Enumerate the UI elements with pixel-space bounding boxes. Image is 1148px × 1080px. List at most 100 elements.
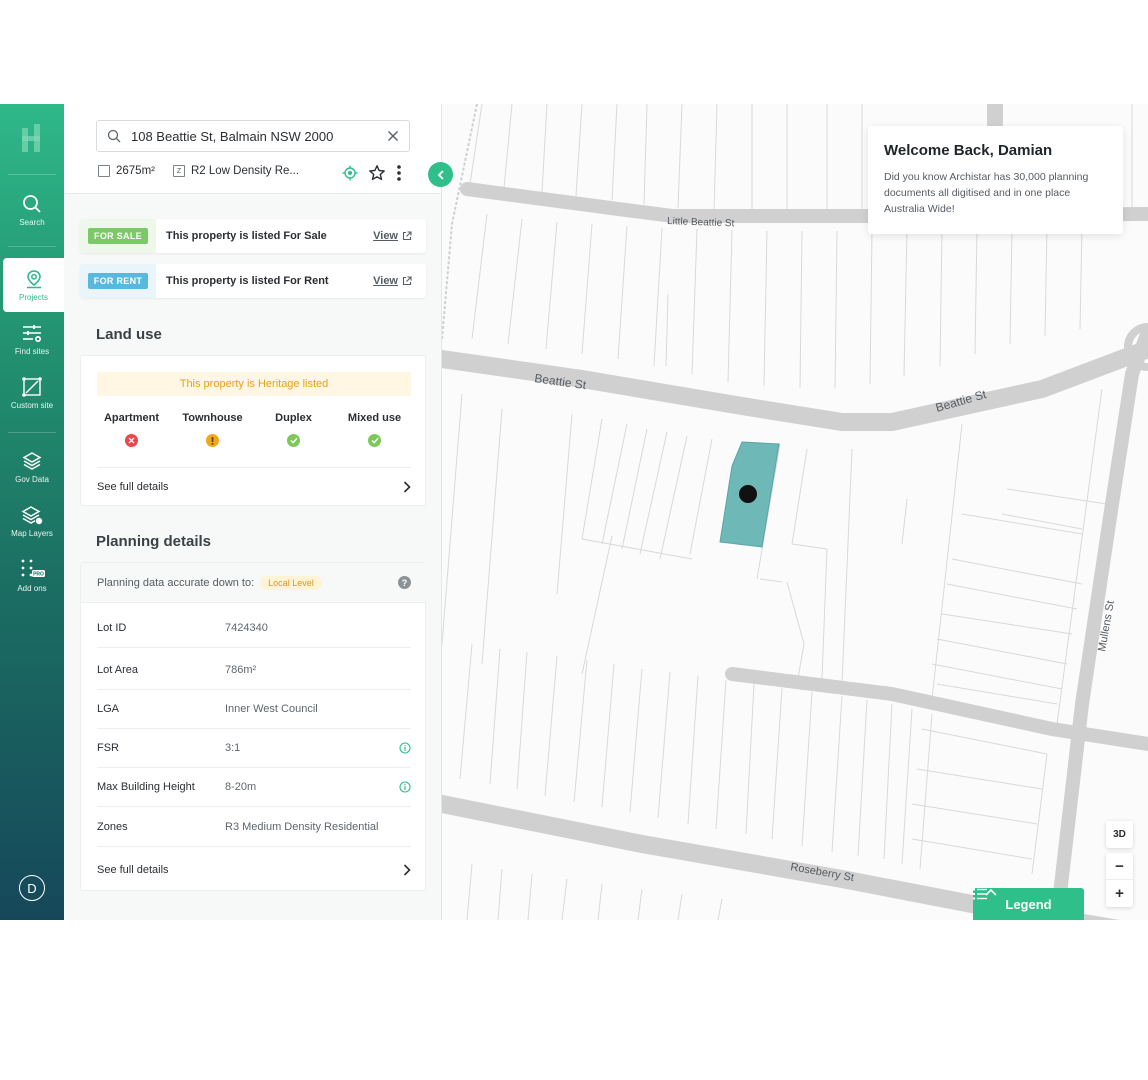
zoom-out-button[interactable]: − [1106, 853, 1133, 880]
row-value: R3 Medium Density Residential [225, 820, 379, 833]
row-key: Lot ID [97, 622, 127, 634]
sidebar-item-map-layers[interactable]: Map Layers [0, 494, 64, 548]
sidebar-item-find-sites[interactable]: Find sites [0, 312, 64, 366]
sidebar-item-gov-data[interactable]: Gov Data [0, 440, 64, 494]
sidebar-divider [8, 432, 56, 433]
chevron-right-icon [403, 864, 411, 876]
archistar-logo-icon [22, 124, 40, 152]
row-fsr: FSR 3:1 [97, 729, 411, 768]
row-zones: Zones R3 Medium Density Residential [97, 807, 411, 847]
use-duplex: Duplex [253, 412, 334, 447]
property-marker[interactable] [739, 485, 757, 503]
zoom-in-button[interactable]: + [1106, 880, 1133, 907]
sliders-icon [23, 324, 41, 342]
badge-wrap: FOR SALE [80, 219, 156, 253]
sidebar-divider [8, 174, 56, 175]
row-value: 3:1 [225, 742, 241, 754]
area-icon [98, 165, 110, 177]
sidebar-item-label: Projects [19, 292, 48, 302]
sidebar-item-projects[interactable]: Projects [3, 258, 64, 312]
check-icon [368, 434, 381, 447]
land-use-grid: Apartment Townhouse Duplex Mixed use [81, 412, 427, 447]
planning-see-full-details[interactable]: See full details [97, 851, 411, 889]
use-label: Townhouse [182, 412, 243, 424]
sidebar-item-label: Search [19, 217, 45, 227]
sidebar-item-search[interactable]: Search [0, 183, 64, 237]
use-label: Mixed use [347, 412, 402, 424]
clear-search-icon[interactable] [387, 130, 399, 142]
info-icon[interactable] [399, 781, 411, 793]
property-zone: R2 Low Density Re... [191, 165, 300, 177]
use-label: Duplex [275, 412, 312, 424]
view-rent-link[interactable]: View [373, 275, 398, 287]
help-icon[interactable]: ? [398, 576, 411, 589]
polygon-draw-icon [22, 376, 42, 397]
row-lga: LGA Inner West Council [97, 690, 411, 729]
map-canvas[interactable]: Little Beattie St Beattie St Beattie St … [442, 104, 1148, 920]
listing-for-rent: FOR RENT This property is listed For Ren… [80, 264, 426, 298]
use-mixed: Mixed use [334, 412, 415, 447]
listing-text: This property is listed For Sale [166, 230, 327, 242]
listing-for-sale: FOR SALE This property is listed For Sal… [80, 219, 426, 253]
sidebar: Search Projects Find sites Custom site G… [0, 104, 64, 920]
sidebar-item-custom-site[interactable]: Custom site [0, 366, 64, 420]
row-value: 7424340 [225, 622, 268, 634]
welcome-body: Did you know Archistar has 30,000 planni… [884, 171, 1089, 215]
info-icon[interactable] [399, 742, 411, 754]
property-panel: 108 Beattie St, Balmain NSW 2000 2675m² … [64, 104, 442, 920]
collapse-panel-button[interactable] [428, 162, 453, 187]
more-vertical-icon[interactable] [394, 164, 404, 182]
boundary-line [442, 104, 478, 340]
row-lot-id: Lot ID 7424340 [97, 609, 411, 648]
warning-icon [206, 434, 219, 447]
planning-card: Planning data accurate down to: Local Le… [80, 562, 427, 891]
planning-title: Planning details [96, 533, 212, 550]
star-icon[interactable] [368, 164, 386, 182]
land-use-see-full-details[interactable]: See full details [97, 467, 411, 505]
zoom-controls: − + [1106, 853, 1133, 907]
row-value: 786m² [225, 664, 257, 676]
row-value: Inner West Council [225, 703, 318, 715]
sidebar-item-label: Find sites [14, 346, 50, 356]
for-rent-badge: FOR RENT [87, 273, 149, 289]
avatar[interactable]: D [19, 875, 45, 901]
3d-toggle-button[interactable]: 3D [1106, 821, 1133, 848]
search-input[interactable]: 108 Beattie St, Balmain NSW 2000 [96, 120, 410, 152]
header-actions [342, 164, 404, 182]
property-meta: 2675m² Z R2 Low Density Re... [98, 165, 299, 177]
sidebar-item-add-ons[interactable]: PRO Add ons [0, 548, 64, 602]
search-value: 108 Beattie St, Balmain NSW 2000 [131, 128, 334, 144]
external-link-icon[interactable] [402, 231, 412, 241]
for-sale-badge: FOR SALE [88, 228, 148, 244]
locate-icon[interactable] [342, 165, 358, 181]
row-max-building-height: Max Building Height 8-20m [97, 768, 411, 807]
dots-grid-icon: PRO [21, 559, 45, 577]
row-key: FSR [97, 742, 119, 754]
sidebar-item-label: Add ons [17, 583, 47, 593]
legend-button[interactable]: Legend [973, 888, 1084, 920]
sidebar-item-label: Gov Data [15, 474, 49, 484]
property-area: 2675m² [116, 165, 155, 177]
zone-icon: Z [173, 165, 185, 177]
heritage-banner: This property is Heritage listed [97, 372, 411, 396]
accuracy-label: Planning data accurate down to: [97, 576, 255, 589]
badge-wrap: FOR RENT [80, 264, 156, 298]
welcome-card: Welcome Back, Damian Did you know Archis… [868, 126, 1123, 234]
row-key: LGA [97, 703, 120, 715]
sidebar-item-label: Custom site [10, 400, 54, 410]
row-key: Zones [97, 820, 128, 833]
row-lot-area: Lot Area 786m² [97, 651, 411, 690]
app-window: Search Projects Find sites Custom site G… [0, 104, 1148, 920]
panel-header: 108 Beattie St, Balmain NSW 2000 2675m² … [64, 104, 441, 194]
row-key: Max Building Height [97, 781, 195, 793]
listing-text: This property is listed For Rent [166, 275, 329, 287]
use-label: Apartment [103, 412, 159, 424]
sidebar-item-label: Map Layers [11, 528, 53, 538]
view-sale-link[interactable]: View [373, 230, 398, 242]
use-townhouse: Townhouse [172, 412, 253, 447]
planning-accuracy: Planning data accurate down to: Local Le… [81, 563, 427, 603]
row-key: Lot Area [97, 664, 138, 676]
external-link-icon[interactable] [402, 276, 412, 286]
chevron-right-icon [403, 480, 411, 493]
legend-label: Legend [1005, 896, 1052, 912]
